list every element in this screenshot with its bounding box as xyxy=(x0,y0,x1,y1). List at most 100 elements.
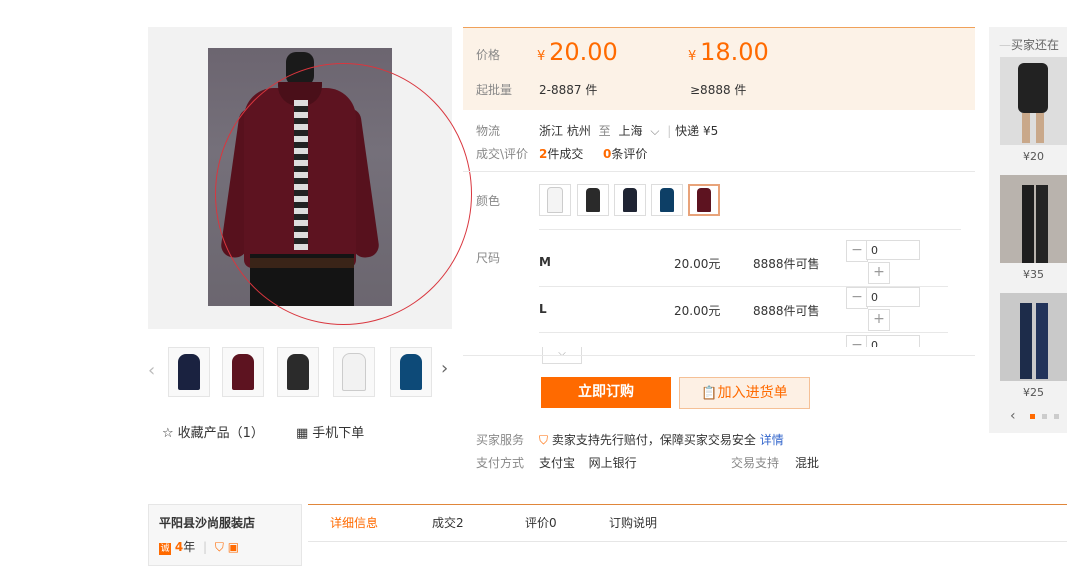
currency-symbol: ¥ xyxy=(688,49,697,64)
carousel-dot[interactable] xyxy=(1042,414,1047,419)
price-value: 18.00 xyxy=(700,38,769,66)
size-row-partial: − 0 xyxy=(539,335,948,347)
star-icon: ☆ xyxy=(162,426,174,441)
size-price: 20.00元 xyxy=(674,304,721,318)
recommend-item-image[interactable] xyxy=(1000,293,1067,381)
deal-count-suffix: 件成交 xyxy=(547,147,584,161)
service-detail-link[interactable]: 详情 xyxy=(760,433,784,447)
service-info: ⛉ 卖家支持先行赔付，保障买家交易安全 详情 xyxy=(539,431,784,448)
shield-icon: ⛉ xyxy=(214,540,224,554)
logistics-label: 物流 xyxy=(476,124,501,138)
trade-support-value: 混批 xyxy=(795,456,820,470)
qty-increase-button[interactable]: + xyxy=(868,309,890,331)
shield-icon: ⛉ xyxy=(539,433,549,447)
recommend-item-price: ¥35 xyxy=(1023,268,1044,281)
carousel-dot[interactable] xyxy=(1054,414,1059,419)
qty-decrease-button[interactable]: − xyxy=(846,240,868,262)
moq-label: 起批量 xyxy=(476,83,513,97)
price-label: 价格 xyxy=(476,48,501,62)
size-name: M xyxy=(539,255,551,269)
tab-reviews[interactable]: 评价0 xyxy=(525,505,557,541)
thumb-prev-icon[interactable]: ‹ xyxy=(148,360,155,381)
chevron-down-icon: ⌵ xyxy=(558,348,566,359)
carousel-dot-active[interactable] xyxy=(1030,414,1035,419)
ship-to-select[interactable]: 上海 xyxy=(619,124,643,138)
size-stock: 8888件可售 xyxy=(753,304,820,318)
recommend-item-image[interactable] xyxy=(1000,175,1067,263)
divider xyxy=(539,229,961,230)
qr-code-icon: ▦ xyxy=(296,426,309,441)
shop-years-suffix: 年 xyxy=(183,540,196,554)
qty-increase-button[interactable]: + xyxy=(868,262,890,284)
payment-bank: 网上银行 xyxy=(588,456,637,470)
payment-alipay: 支付宝 xyxy=(539,456,576,470)
thumbnail[interactable] xyxy=(333,347,375,397)
size-label: 尺码 xyxy=(476,251,501,265)
thumbnail[interactable] xyxy=(168,347,210,397)
tab-deals[interactable]: 成交2 xyxy=(432,505,464,541)
qty-input[interactable]: 0 xyxy=(866,287,920,307)
thumbnail[interactable] xyxy=(277,347,319,397)
ship-from: 浙江 杭州 xyxy=(539,124,591,138)
trade-support-label: 交易支持 xyxy=(731,456,780,470)
tab-order-notes[interactable]: 订购说明 xyxy=(609,505,657,541)
recommend-title-text: 买家还在 xyxy=(1011,38,1060,52)
recommend-item-price: ¥20 xyxy=(1023,150,1044,163)
color-swatch-navy[interactable] xyxy=(614,184,646,216)
badge-icon: 诚 xyxy=(159,543,171,555)
size-row-m: M 20.00元 8888件可售 − 0 + xyxy=(539,240,948,286)
express-fee: 快递 ¥5 xyxy=(675,124,719,138)
moq-tier-1: 2-8887 件 xyxy=(539,83,598,97)
thumbnail[interactable] xyxy=(390,347,432,397)
size-row-l: L 20.00元 8888件可售 − 0 + xyxy=(539,287,948,333)
divider xyxy=(539,332,948,333)
moq-tier-2: ≥8888 件 xyxy=(690,83,747,97)
price-tier-2: ¥ 18.00 xyxy=(688,38,769,66)
service-text: 卖家支持先行赔付，保障买家交易安全 xyxy=(551,433,756,447)
shop-name[interactable]: 平阳县沙尚服装店 xyxy=(159,514,255,531)
review-count-suffix[interactable]: 条评价 xyxy=(611,147,647,161)
color-swatch-white[interactable] xyxy=(539,184,571,216)
payment-methods: 支付宝 网上银行 xyxy=(539,454,637,471)
payment-label: 支付方式 xyxy=(476,456,525,470)
price-value: 20.00 xyxy=(549,38,618,66)
color-swatch-wine-selected[interactable] xyxy=(688,184,720,216)
shop-years: 诚 4年 | ⛉ ▣ xyxy=(159,540,240,555)
favorite-button[interactable]: ☆ 收藏产品（1） xyxy=(162,422,264,441)
detail-tabs: 详细信息 成交2 评价0 订购说明 xyxy=(308,504,1067,542)
recommend-title: —买家还在 xyxy=(999,38,1060,52)
clipboard-icon: 📋 xyxy=(701,386,718,401)
recommend-prev-icon[interactable]: ‹ xyxy=(1010,408,1016,424)
favorite-label: 收藏产品（1） xyxy=(177,426,264,441)
size-price: 20.00元 xyxy=(674,257,721,271)
color-swatch-blue[interactable] xyxy=(651,184,683,216)
logistics-info: 浙江 杭州 至 上海 ⌵ | 快递 ¥5 xyxy=(539,124,719,138)
deals-info: 2件成交 0条评价 xyxy=(539,145,647,162)
recommend-item-price: ¥25 xyxy=(1023,386,1044,399)
qty-decrease-button[interactable]: − xyxy=(846,287,868,309)
mobile-order-label: 手机下单 xyxy=(312,426,365,441)
qty-decrease-button[interactable]: − xyxy=(846,335,868,347)
certificate-icon: ▣ xyxy=(227,540,240,554)
annotation-circle xyxy=(215,63,472,325)
tab-detail[interactable]: 详细信息 xyxy=(330,505,378,541)
chevron-down-icon[interactable]: ⌵ xyxy=(650,124,659,138)
order-now-button[interactable]: 立即订购 xyxy=(541,377,671,408)
deals-label: 成交\评价 xyxy=(476,147,529,161)
service-label: 买家服务 xyxy=(476,433,525,447)
recommend-item-image[interactable] xyxy=(1000,57,1067,145)
currency-symbol: ¥ xyxy=(537,49,546,64)
thumbnail[interactable] xyxy=(222,347,264,397)
to-word: 至 xyxy=(598,124,611,138)
color-label: 颜色 xyxy=(476,194,501,208)
add-to-cart-button[interactable]: 📋加入进货单 xyxy=(679,377,810,409)
qty-input[interactable]: 0 xyxy=(866,240,920,260)
thumb-next-icon[interactable]: › xyxy=(441,358,448,379)
price-tier-1: ¥ 20.00 xyxy=(537,38,618,66)
size-stock: 8888件可售 xyxy=(753,257,820,271)
qty-input[interactable]: 0 xyxy=(866,335,920,347)
color-swatch-black[interactable] xyxy=(577,184,609,216)
add-to-cart-label: 加入进货单 xyxy=(717,385,788,401)
mobile-order-button[interactable]: ▦ 手机下单 xyxy=(296,422,364,441)
divider xyxy=(463,171,975,172)
